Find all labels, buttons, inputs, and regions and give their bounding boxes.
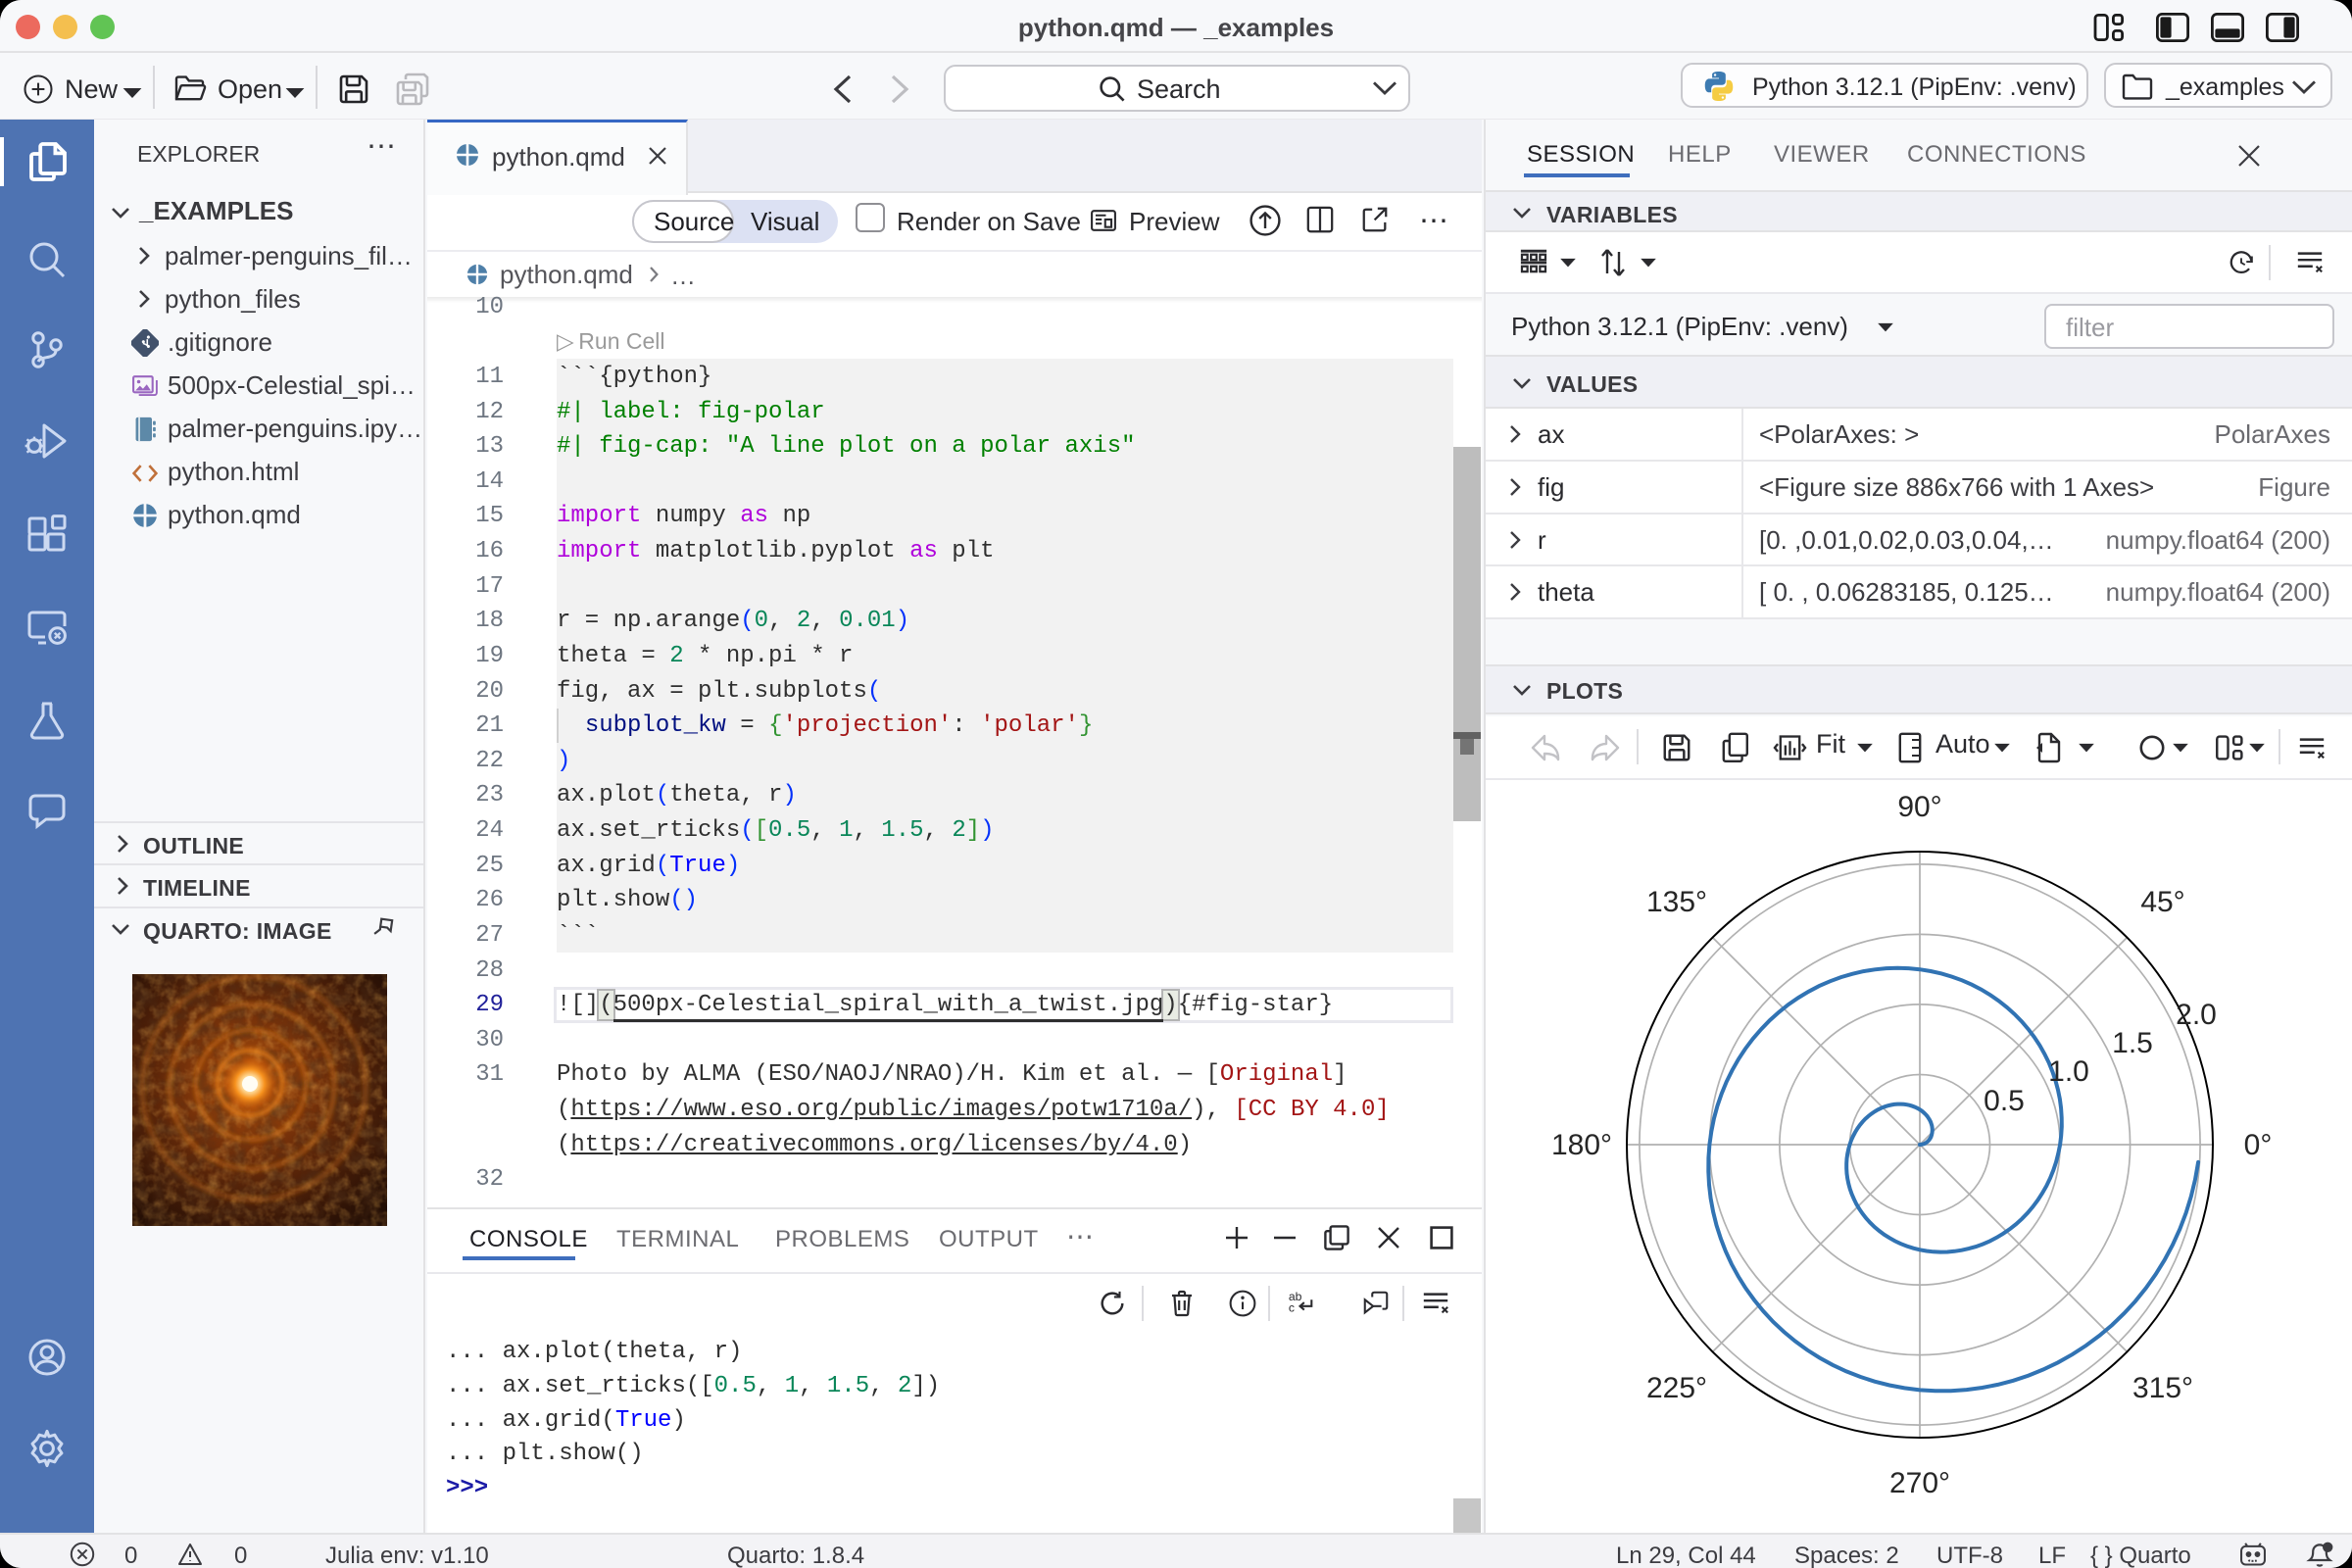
svg-text:c: c [1289,1300,1295,1314]
svg-text:1.0: 1.0 [2048,1055,2089,1088]
svg-text:45°: 45° [2140,886,2184,918]
svg-text:0°: 0° [2244,1129,2273,1161]
svg-text:135°: 135° [1646,886,1707,918]
svg-text:2.0: 2.0 [2176,999,2217,1031]
svg-text:1.5: 1.5 [2112,1027,2153,1059]
svg-text:270°: 270° [1889,1467,1950,1499]
svg-text:90°: 90° [1897,791,1941,823]
svg-text:180°: 180° [1551,1129,1612,1161]
svg-text:315°: 315° [2132,1372,2193,1404]
svg-text:225°: 225° [1646,1372,1707,1404]
svg-text:0.5: 0.5 [1984,1085,2025,1117]
